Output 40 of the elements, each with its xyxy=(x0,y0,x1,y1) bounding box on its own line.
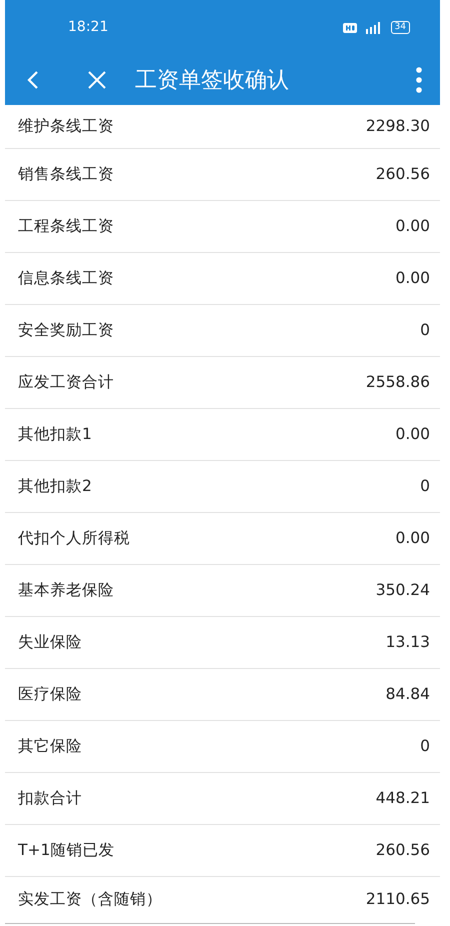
row-label: 其他扣款1 xyxy=(18,424,92,445)
row-label: T+1随销已发 xyxy=(18,840,114,861)
row-value: 0.00 xyxy=(395,268,430,289)
row-value: 84.84 xyxy=(386,684,430,705)
row-value: 2298.30 xyxy=(366,116,430,137)
row-value: 0 xyxy=(420,476,430,497)
row-value: 260.56 xyxy=(376,840,430,861)
row-label: 失业保险 xyxy=(18,632,82,653)
row-value: 0.00 xyxy=(395,424,430,445)
close-icon[interactable] xyxy=(87,70,107,90)
row-label: 工程条线工资 xyxy=(18,216,114,237)
row-value: 13.13 xyxy=(386,632,430,653)
row-label: 其它保险 xyxy=(18,736,82,757)
row-value: 448.21 xyxy=(376,788,430,809)
row-value: 260.56 xyxy=(376,164,430,185)
signal-icon xyxy=(364,21,383,34)
status-time: 18:21 xyxy=(68,18,108,37)
row-label: 应发工资合计 xyxy=(18,372,114,393)
row-label: 安全奖励工资 xyxy=(18,320,114,341)
row-value: 0 xyxy=(420,736,430,757)
hd-icon xyxy=(342,22,357,32)
row-label: 销售条线工资 xyxy=(18,164,114,185)
row-label: 维护条线工资 xyxy=(18,116,114,137)
row-label: 代扣个人所得税 xyxy=(18,528,130,549)
row-label: 医疗保险 xyxy=(18,684,82,705)
row-label: 扣款合计 xyxy=(18,788,82,809)
row-value: 0.00 xyxy=(395,528,430,549)
battery-level: 34 xyxy=(390,21,410,34)
row-value: 0.00 xyxy=(395,216,430,237)
row-label: 其他扣款2 xyxy=(18,476,92,497)
row-value: 350.24 xyxy=(376,580,430,601)
page-title: 工资单签收确认 xyxy=(135,66,289,94)
back-icon[interactable] xyxy=(27,70,39,90)
row-label: 基本养老保险 xyxy=(18,580,114,601)
row-value: 2558.86 xyxy=(366,372,430,393)
row-value: 0 xyxy=(420,320,430,341)
row-label: 信息条线工资 xyxy=(18,268,114,289)
row-label: 实发工资（含随销） xyxy=(18,889,162,910)
more-icon[interactable] xyxy=(416,67,422,93)
row-value: 2110.65 xyxy=(366,889,430,910)
